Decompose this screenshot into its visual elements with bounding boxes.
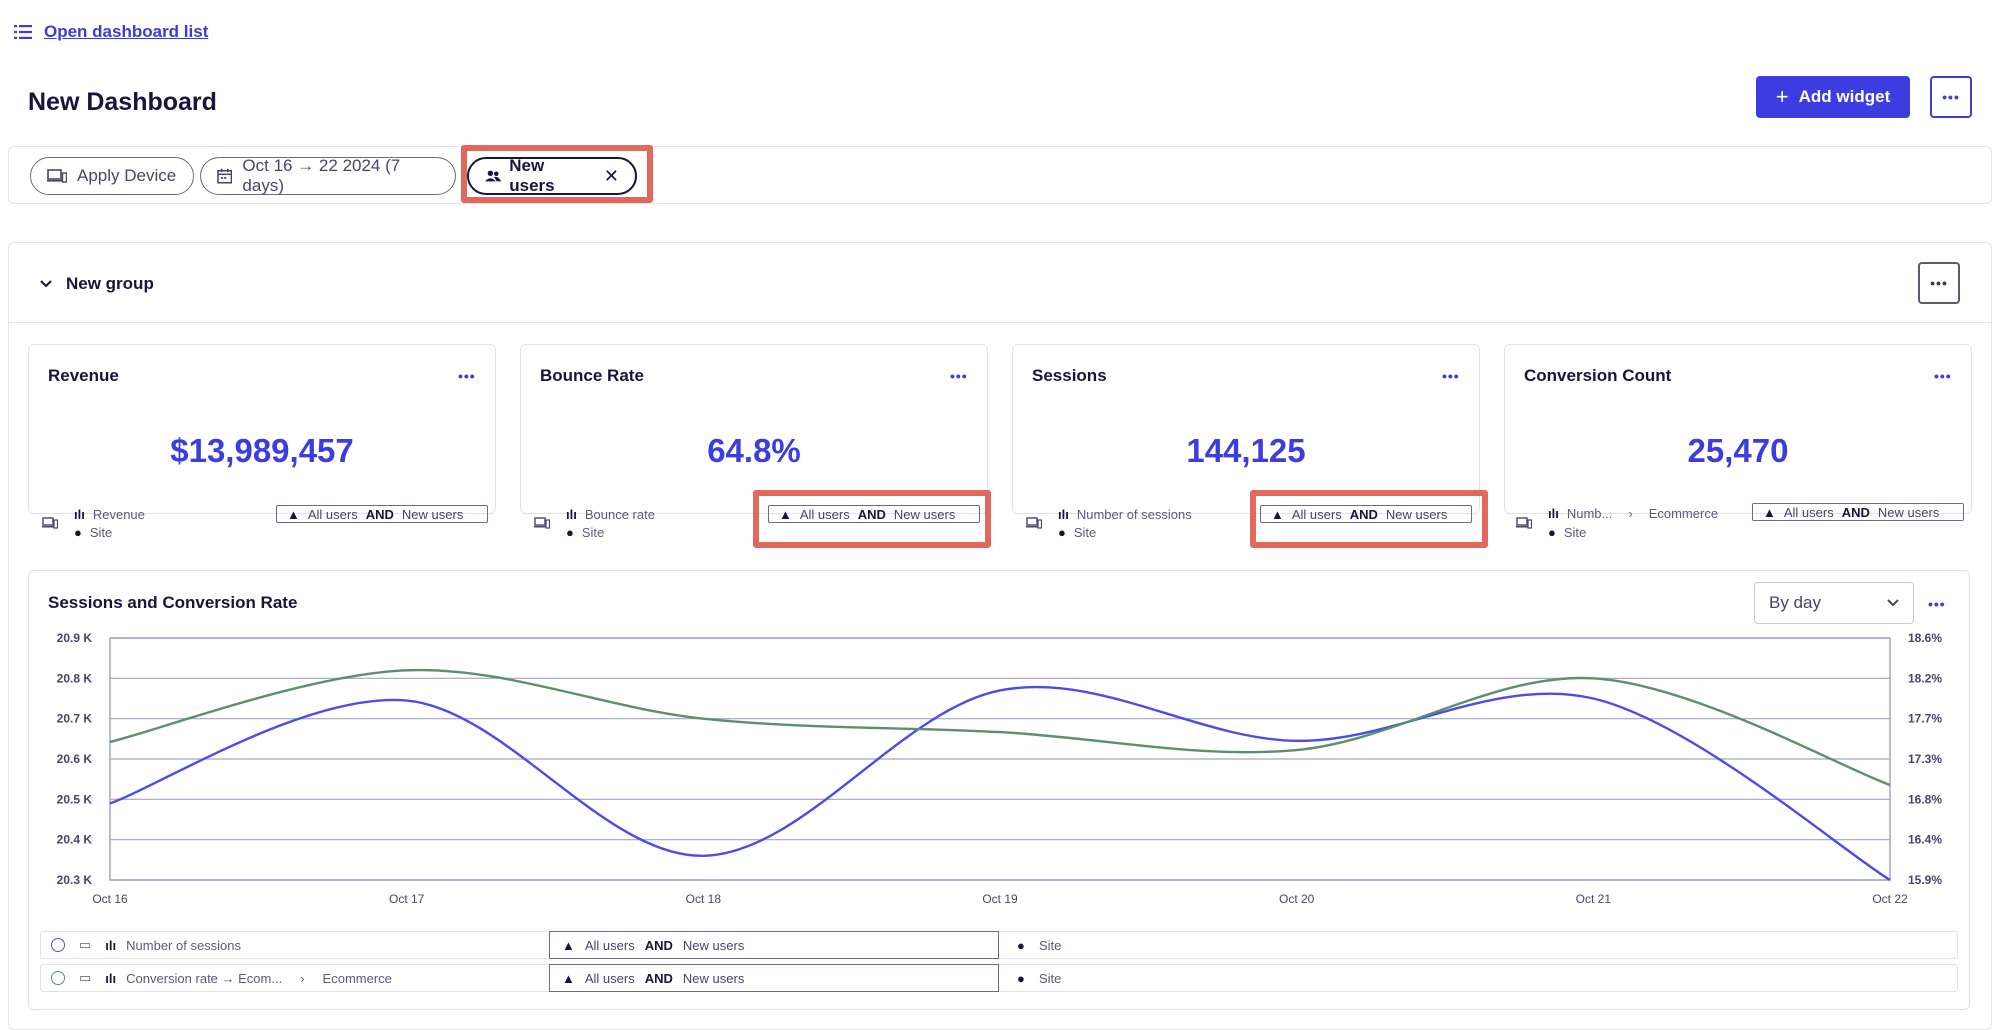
segment-a: All users [584, 970, 635, 986]
check-circle-icon[interactable] [51, 971, 65, 985]
y-tick-left: 20.6 K [57, 752, 93, 766]
y-tick-left: 20.7 K [57, 712, 93, 726]
globe-icon: ● [1017, 937, 1025, 953]
segment-a: All users [584, 937, 635, 953]
user-icon: ▲ [562, 970, 575, 986]
x-tick: Oct 20 [1279, 892, 1315, 906]
y-tick-right: 18.2% [1908, 671, 1942, 685]
y-tick-left: 20.4 K [57, 833, 93, 847]
user-icon: ▲ [562, 937, 575, 953]
legend-segment[interactable]: ▲ All users AND New users [549, 931, 999, 959]
legend-metric: Conversion rate → Ecom... [126, 970, 283, 986]
segment-and: AND [644, 970, 673, 986]
x-tick: Oct 18 [686, 892, 722, 906]
y-tick-left: 20.8 K [57, 671, 93, 685]
y-tick-left: 20.9 K [57, 631, 93, 645]
series-line [109, 668, 1891, 787]
chevron-right-icon: › [300, 970, 305, 986]
x-tick: Oct 17 [389, 892, 425, 906]
y-tick-right: 15.9% [1908, 873, 1942, 887]
segment-b: New users [682, 937, 745, 953]
x-tick: Oct 16 [92, 892, 128, 906]
y-tick-left: 20.3 K [57, 873, 93, 887]
globe-icon: ● [1017, 970, 1025, 986]
legend-scope: Site [1039, 937, 1062, 953]
y-tick-right: 17.7% [1908, 712, 1942, 726]
bar-chart-icon: ılı [105, 970, 117, 986]
legend-row-sessions: ▭ ılı Number of sessions ▲ All users AND N… [40, 931, 1958, 959]
x-tick: Oct 22 [1872, 892, 1908, 906]
device-icon: ▭ [79, 970, 92, 985]
y-tick-right: 18.6% [1908, 631, 1942, 645]
device-icon: ▭ [79, 937, 92, 952]
x-tick: Oct 21 [1576, 892, 1612, 906]
bar-chart-icon: ılı [105, 937, 117, 953]
y-tick-right: 16.8% [1908, 792, 1942, 806]
x-tick: Oct 19 [982, 892, 1018, 906]
segment-b: New users [682, 970, 745, 986]
legend-metric: Number of sessions [126, 937, 242, 953]
legend-segment[interactable]: ▲ All users AND New users [549, 964, 999, 992]
legend-metric-extra: Ecommerce [322, 970, 392, 986]
segment-and: AND [644, 937, 673, 953]
check-circle-icon[interactable] [51, 938, 65, 952]
y-tick-left: 20.5 K [57, 792, 93, 806]
legend-row-conversion: ▭ ılı Conversion rate → Ecom... › Ecomme… [40, 964, 1958, 992]
series-line [109, 685, 1891, 882]
y-tick-right: 16.4% [1908, 833, 1942, 847]
legend-scope: Site [1039, 970, 1062, 986]
line-chart: 20.9 K 18.6% 20.8 K 18.2% 20.7 K 17.7% 20.6 K 1… [57, 631, 1943, 906]
y-tick-right: 17.3% [1908, 752, 1942, 766]
